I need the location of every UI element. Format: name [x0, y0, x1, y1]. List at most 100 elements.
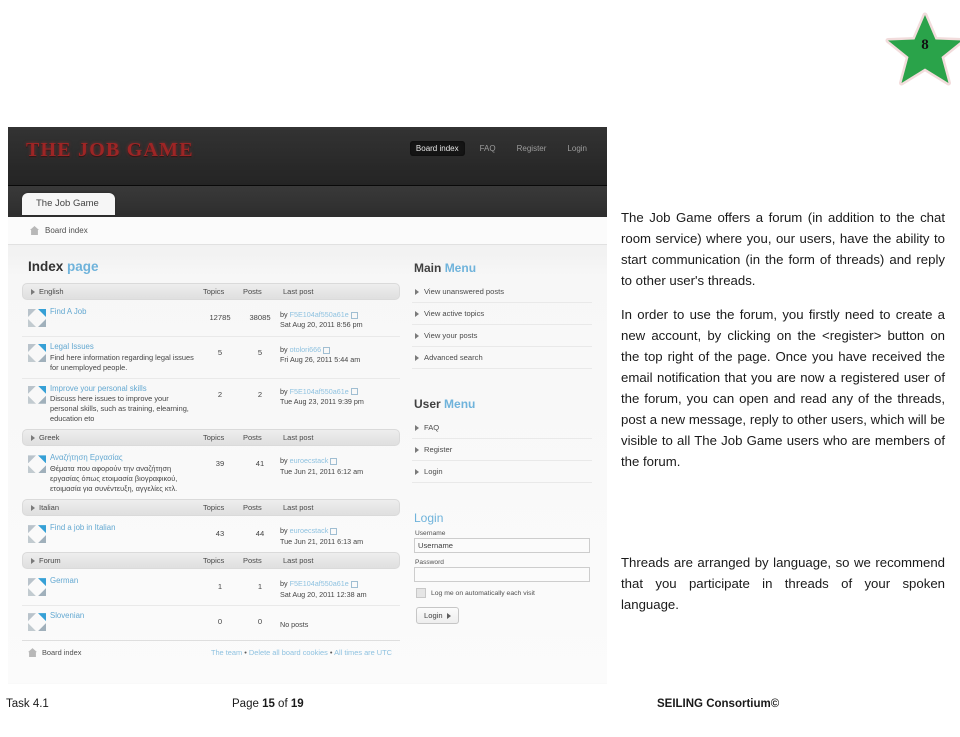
- last-post-user[interactable]: F5E104af550a61e: [290, 310, 349, 319]
- last-post-by: by: [280, 526, 288, 536]
- col-header-topics: Topics: [203, 503, 225, 513]
- link-the-team[interactable]: The team: [211, 648, 242, 657]
- footer-page-prefix: Page: [232, 698, 263, 710]
- footer-task: Task 4.1: [6, 698, 49, 710]
- col-header-posts: Posts: [243, 287, 262, 296]
- last-post-user[interactable]: F5E104af550a61e: [290, 579, 349, 588]
- nav-register[interactable]: Register: [511, 141, 553, 156]
- col-header-topics: Topics: [203, 287, 225, 296]
- forum-title-link[interactable]: Find A Job: [50, 307, 196, 317]
- password-input[interactable]: [414, 567, 590, 582]
- menu-spacer-2: [412, 483, 592, 505]
- goto-last-post-icon[interactable]: [330, 457, 338, 465]
- forum-row[interactable]: Find a job in Italian 43 44 by euroecstack T…: [22, 518, 400, 552]
- category-header[interactable]: Forum Topics Posts Last post: [22, 552, 400, 570]
- main-menu-item-your-posts[interactable]: View your posts: [412, 325, 592, 347]
- category-header[interactable]: Italian Topics Posts Last post: [22, 499, 400, 517]
- forum-title-link[interactable]: Find a job in Italian: [50, 523, 196, 533]
- forum-title-link[interactable]: Legal Issues: [50, 342, 196, 352]
- footer-page-of: of: [274, 698, 291, 710]
- footer-page-current: 15: [262, 698, 275, 710]
- nav-login[interactable]: Login: [561, 141, 593, 156]
- goto-last-post-icon[interactable]: [323, 346, 331, 354]
- col-header-last-post: Last post: [283, 287, 314, 296]
- forum-row[interactable]: Find A Job 12785 38085 by F5E104af550a61e Sa…: [22, 302, 400, 337]
- forum-row[interactable]: Αναζήτηση Εργασίας Θέματα που αφορούν την…: [22, 448, 400, 499]
- main-menu-item-active-topics[interactable]: View active topics: [412, 303, 592, 325]
- col-header-last-post: Last post: [283, 503, 314, 513]
- main-menu-label-1: View active topics: [424, 309, 485, 318]
- forum-posts-count: 1: [257, 582, 263, 592]
- paragraph-3: Threads are arranged by language, so we …: [621, 555, 945, 612]
- forum-row[interactable]: Legal Issues Find here information regard…: [22, 337, 400, 379]
- forum-site-title: THE JOB GAME: [26, 139, 194, 161]
- nav-board-index[interactable]: Board index: [409, 141, 465, 156]
- col-header-topics: Topics: [203, 433, 225, 443]
- goto-last-post-icon[interactable]: [330, 527, 338, 535]
- bottom-board-index[interactable]: Board index: [28, 648, 211, 658]
- forum-bottom-bar: Board index The team • Delete all board …: [22, 640, 400, 658]
- forum-title-link[interactable]: German: [50, 576, 196, 586]
- forum-last-post: by otolori666 Fri Aug 26, 2011 5:44 am: [280, 342, 392, 366]
- forum-sidebar-column: Main Menu View unanswered posts View act…: [412, 255, 592, 683]
- main-menu-item-unanswered[interactable]: View unanswered posts: [412, 281, 592, 303]
- user-menu-item-register[interactable]: Register: [412, 439, 592, 461]
- forum-topics-count: 5: [217, 348, 223, 357]
- forum-folder-icon: [28, 578, 46, 597]
- breadcrumb-board-index[interactable]: Board index: [45, 226, 88, 235]
- last-post-user[interactable]: euroecstack: [290, 526, 329, 535]
- col-header-last-post: Last post: [283, 433, 314, 443]
- chevron-right-icon: [31, 434, 35, 441]
- last-post-user[interactable]: euroecstack: [290, 456, 329, 465]
- forum-topics-count: 0: [217, 617, 223, 627]
- forum-top-nav: Board index FAQ Register Login: [409, 141, 593, 156]
- forum-row[interactable]: Slovenian 0 0 No posts: [22, 606, 400, 640]
- login-submit-button[interactable]: Login: [416, 607, 459, 624]
- forum-posts-count: 41: [255, 459, 265, 469]
- category-header[interactable]: English Topics Posts Last post: [22, 283, 400, 300]
- star-badge-logo: 8: [884, 12, 960, 90]
- remember-me-checkbox[interactable]: [416, 588, 426, 598]
- last-post-user[interactable]: F5E104af550a61e: [290, 387, 349, 396]
- paragraph-1: The Job Game offers a forum (in addition…: [621, 210, 945, 288]
- forum-topics-count: 43: [215, 529, 225, 539]
- tab-the-job-game[interactable]: The Job Game: [22, 193, 115, 215]
- remember-me-row[interactable]: Log me on automatically each visit: [416, 588, 592, 598]
- link-delete-cookies[interactable]: Delete all board cookies: [249, 648, 328, 657]
- chevron-right-icon: [415, 424, 419, 431]
- last-post-date: Sat Aug 20, 2011 8:56 pm: [280, 320, 363, 330]
- goto-last-post-icon[interactable]: [350, 580, 358, 588]
- user-menu-item-login[interactable]: Login: [412, 461, 592, 483]
- category-header[interactable]: Greek Topics Posts Last post: [22, 429, 400, 447]
- goto-last-post-icon[interactable]: [350, 388, 358, 396]
- forum-title-link[interactable]: Improve your personal skills: [50, 384, 196, 394]
- forum-screenshot: THE JOB GAME Board index FAQ Register Lo…: [8, 127, 607, 684]
- forum-row[interactable]: German 1 1 by F5E104af550a61e Sat Aug 20, 20…: [22, 571, 400, 607]
- login-submit-label: Login: [424, 611, 443, 620]
- user-menu-label-2: Login: [424, 467, 443, 476]
- forum-last-post: by F5E104af550a61e Sat Aug 20, 2011 8:56 …: [280, 307, 392, 331]
- last-post-author-line: by otolori666: [280, 345, 392, 355]
- main-menu-label-0: View unanswered posts: [424, 287, 505, 296]
- forum-last-post: No posts: [280, 611, 392, 630]
- footer-consortium: SEILING Consortium©: [657, 698, 780, 710]
- col-header-last-post: Last post: [283, 556, 314, 566]
- forum-row[interactable]: Improve your personal skills Discuss here…: [22, 379, 400, 430]
- forum-folder-icon: [28, 455, 46, 474]
- forum-title-link[interactable]: Αναζήτηση Εργασίας: [50, 453, 196, 463]
- main-menu-item-advanced-search[interactable]: Advanced search: [412, 347, 592, 369]
- chevron-right-icon: [31, 504, 35, 511]
- remember-me-label: Log me on automatically each visit: [431, 589, 535, 597]
- main-menu-label-2: View your posts: [424, 331, 478, 340]
- forum-description: Find here information regarding legal is…: [50, 352, 194, 372]
- username-input[interactable]: Username: [414, 538, 590, 553]
- category-name: English: [39, 287, 64, 296]
- forum-title-link[interactable]: Slovenian: [50, 611, 196, 621]
- last-post-date: Tue Jun 21, 2011 6:12 am: [280, 466, 364, 476]
- goto-last-post-icon[interactable]: [350, 311, 358, 319]
- user-menu-item-faq[interactable]: FAQ: [412, 417, 592, 439]
- forum-last-post: by euroecstack Tue Jun 21, 2011 6:12 am: [280, 453, 392, 477]
- user-menu-label-0: FAQ: [424, 423, 440, 432]
- last-post-user[interactable]: otolori666: [290, 345, 322, 354]
- nav-faq[interactable]: FAQ: [474, 141, 502, 156]
